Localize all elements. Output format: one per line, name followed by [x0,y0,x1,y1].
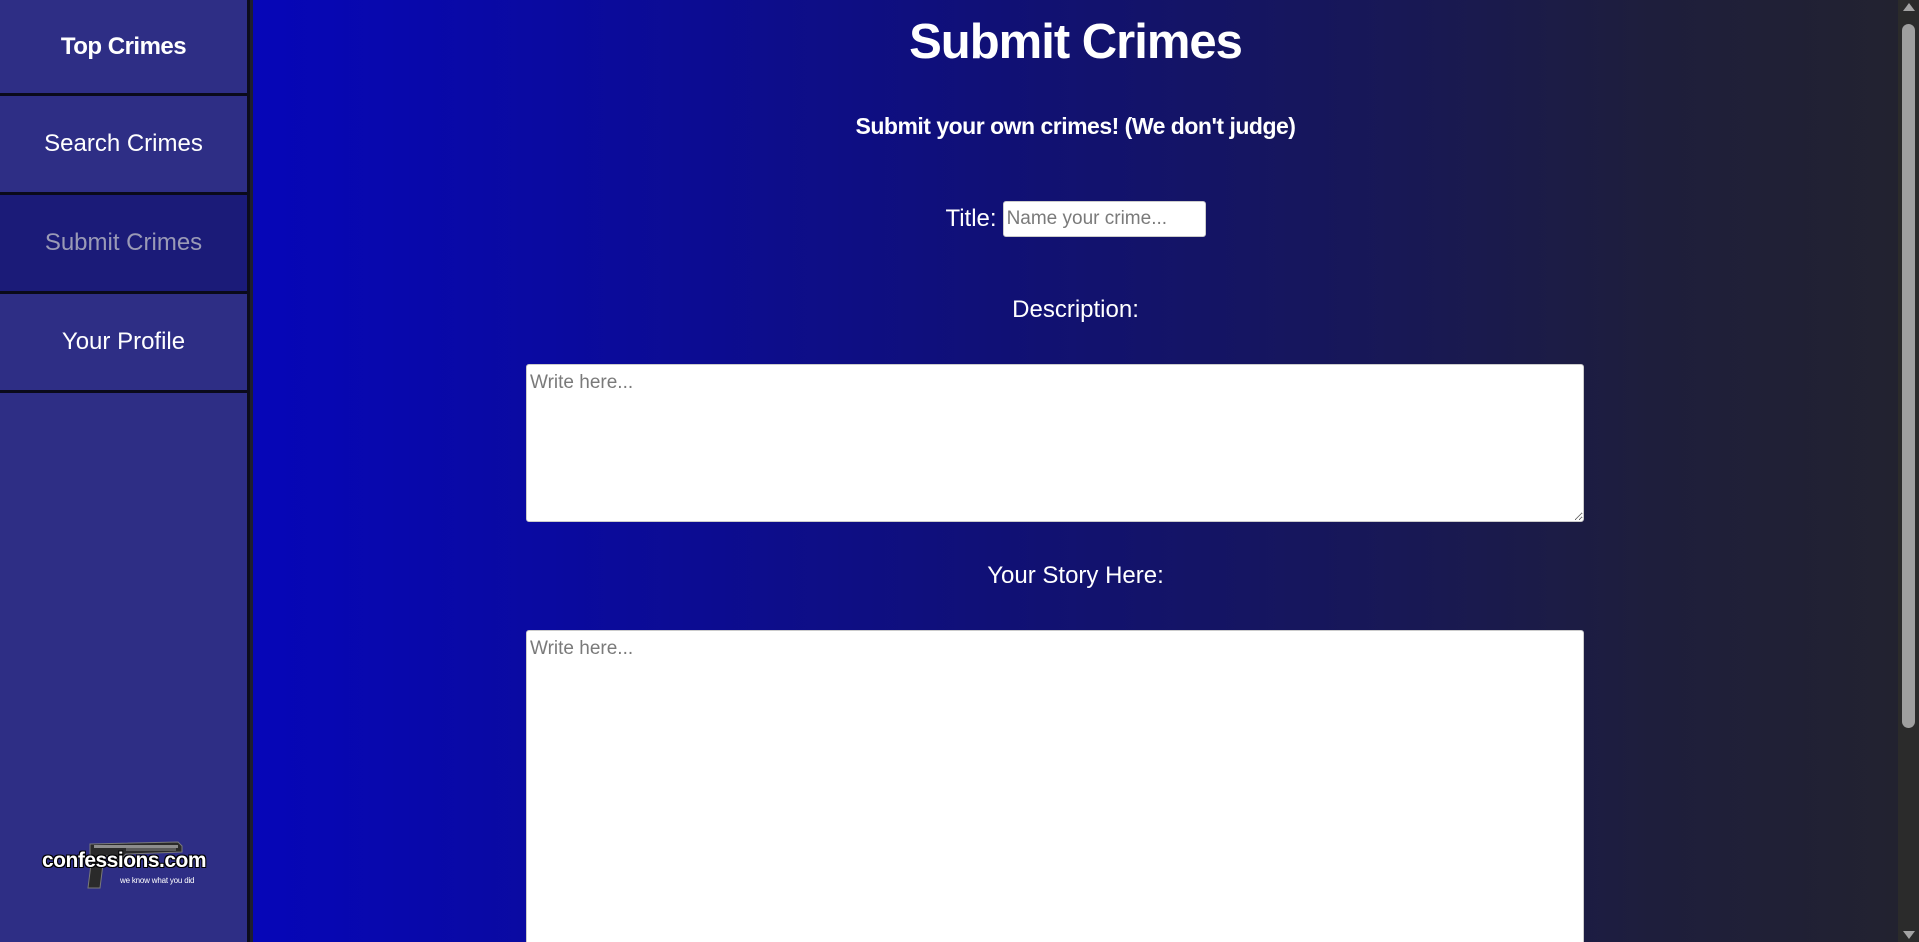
sidebar-item-label: Search Crimes [44,130,203,157]
title-label: Title: [945,205,997,232]
title-row: Title: [253,201,1898,237]
sidebar: Top Crimes Search Crimes Submit Crimes Y… [0,0,250,942]
sidebar-item-label: Submit Crimes [44,229,203,256]
description-label: Description: [1012,296,1139,323]
logo-brand-text: confessions.com [42,849,207,872]
title-input[interactable] [1002,201,1206,237]
main-content: Submit Crimes Submit your own crimes! (W… [253,0,1898,942]
story-textarea[interactable] [526,630,1584,942]
sidebar-item-label: Top Crimes [60,32,187,60]
scroll-up-arrow-icon[interactable] [1903,3,1915,11]
page-title: Submit Crimes [909,15,1243,69]
sidebar-item-top-crimes[interactable]: Top Crimes [0,0,247,96]
vertical-scrollbar[interactable] [1898,0,1919,942]
story-label: Your Story Here: [987,562,1164,589]
scroll-down-arrow-icon[interactable] [1903,931,1915,939]
sidebar-item-label: Your Profile [61,328,186,355]
logo-tagline: we know what you did [120,876,195,885]
sidebar-item-search-crimes[interactable]: Search Crimes [0,96,247,195]
page-subtitle: Submit your own crimes! (We don't judge) [855,113,1296,139]
scrollbar-thumb[interactable] [1902,24,1915,728]
description-textarea[interactable] [526,364,1584,522]
site-logo: confessions.com we know what you did [40,834,215,892]
sidebar-item-submit-crimes[interactable]: Submit Crimes [0,195,247,294]
sidebar-item-your-profile[interactable]: Your Profile [0,294,247,393]
